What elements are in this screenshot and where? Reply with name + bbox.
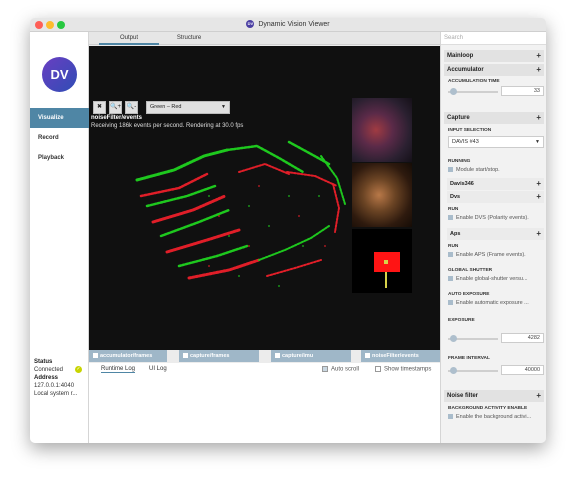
section-dvs[interactable]: Dvs + <box>447 191 544 203</box>
frame-interval-input[interactable]: 40000 <box>501 365 544 375</box>
auto-scroll-toggle[interactable]: Auto scroll <box>322 366 359 373</box>
checkbox-icon <box>275 353 280 359</box>
status-title: Status <box>34 359 53 365</box>
checkbox-icon <box>183 353 188 359</box>
app-window: DV Dynamic Vision Viewer DV Visualize Re… <box>30 18 546 443</box>
checkbox-icon <box>375 366 381 372</box>
sidebar: DV Visualize Record Playback Status Conn… <box>30 32 89 443</box>
plus-icon[interactable]: + <box>536 191 541 203</box>
global-shutter-checkbox[interactable]: Enable global-shutter versu... <box>448 276 544 282</box>
close-stream-button[interactable]: ✖ <box>93 101 106 114</box>
stream-button-accumulator[interactable]: accumulator/frames <box>89 350 167 362</box>
app-logo-icon: DV <box>246 20 255 28</box>
stream-button-noise-filter[interactable]: noiseFilter/events <box>361 350 440 362</box>
config-panel: Search Mainloop + Accumulator + ACCUMULATI… <box>440 32 546 443</box>
stream-info: Receiving 186k events per second. Render… <box>91 123 244 129</box>
tab-structure[interactable]: Structure <box>159 32 219 45</box>
tab-output[interactable]: Output <box>99 32 159 45</box>
thumbnail-accumulator-frames[interactable] <box>352 98 412 162</box>
checkbox-icon <box>448 414 453 420</box>
plus-icon[interactable]: + <box>536 50 541 62</box>
exposure-input[interactable]: 4282 <box>501 333 544 343</box>
checkbox-icon <box>448 167 453 173</box>
section-mainloop[interactable]: Mainloop + <box>444 50 544 62</box>
input-selection-label: INPUT SELECTION <box>448 128 492 133</box>
accumulation-time-input[interactable]: 33 <box>501 86 544 96</box>
imu-axis <box>385 272 387 288</box>
dvs-run-label: RUN <box>448 207 459 212</box>
search-input[interactable]: Search <box>441 32 546 45</box>
exposure-slider[interactable] <box>448 335 498 342</box>
slider-knob[interactable] <box>449 367 457 374</box>
exposure-label: EXPOSURE <box>448 318 475 323</box>
window-title: Dynamic Vision Viewer <box>258 20 330 28</box>
plus-icon[interactable]: + <box>536 112 541 124</box>
section-capture[interactable]: Capture + <box>444 112 544 124</box>
stream-button-capture-imu[interactable]: capture/imu <box>271 350 351 362</box>
input-selection-select[interactable]: DAVIS #43 ▼ <box>448 136 544 148</box>
frame-interval-slider[interactable] <box>448 367 498 374</box>
color-mode-value: Green – Red <box>150 104 182 110</box>
sidebar-item-playback[interactable]: Playback <box>30 148 89 168</box>
background-activity-checkbox[interactable]: Enable the background activi... <box>448 414 544 420</box>
address-value: 127.0.0.1:4040 <box>34 383 75 389</box>
running-checkbox[interactable]: Module start/stop. <box>448 167 544 173</box>
checkbox-icon <box>322 366 328 372</box>
thumbnail-capture-imu[interactable] <box>352 229 412 293</box>
status-panel: Status Connected Address 127.0.0.1:4040 … <box>34 358 88 398</box>
color-mode-select[interactable]: Green – Red ▼ <box>146 101 230 114</box>
tab-runtime-log[interactable]: Runtime Log <box>101 366 136 373</box>
zoom-in-button[interactable]: 🔍+ <box>109 101 122 114</box>
aps-run-checkbox[interactable]: Enable APS (Frame events). <box>448 252 544 258</box>
slider-knob[interactable] <box>449 88 457 95</box>
plus-icon[interactable]: + <box>536 390 541 402</box>
dvs-run-checkbox[interactable]: Enable DVS (Polarity events). <box>448 215 544 221</box>
running-label: RUNNING <box>448 159 471 164</box>
checkbox-icon <box>448 252 453 258</box>
slider-knob[interactable] <box>449 335 457 342</box>
aps-run-label: RUN <box>448 244 459 249</box>
section-noise-filter[interactable]: Noise filter + <box>444 390 544 402</box>
section-davis346[interactable]: Davis346 + <box>447 178 544 190</box>
title-bar: DV Dynamic Vision Viewer <box>30 18 546 32</box>
plus-icon[interactable]: + <box>536 228 541 240</box>
checkbox-icon <box>365 353 370 359</box>
checkbox-icon <box>448 300 453 306</box>
frame-interval-label: FRAME INTERVAL <box>448 356 490 361</box>
checkbox-icon <box>448 276 453 282</box>
thumbnail-capture-frames[interactable] <box>352 163 412 227</box>
stream-title: noiseFilter/events <box>91 115 143 121</box>
global-shutter-label: GLOBAL SHUTTER <box>448 268 493 273</box>
accumulation-time-label: ACCUMULATION TIME <box>448 79 500 84</box>
event-viewer[interactable]: ✖ 🔍+ 🔍- Green – Red ▼ noiseFilter/events… <box>89 46 440 350</box>
auto-exposure-checkbox[interactable]: Enable automatic exposure ... <box>448 300 544 306</box>
address-label: Address <box>34 375 59 381</box>
plus-icon[interactable]: + <box>536 178 541 190</box>
connected-check-icon: ✓ <box>75 366 82 373</box>
stream-bar: accumulator/frames capture/frames captur… <box>89 350 440 363</box>
sidebar-item-visualize[interactable]: Visualize <box>30 108 89 128</box>
sidebar-item-record[interactable]: Record <box>30 128 89 148</box>
log-panel: Runtime Log UI Log Auto scroll Show time… <box>89 363 440 443</box>
checkbox-icon <box>448 215 453 221</box>
section-accumulator[interactable]: Accumulator + <box>444 64 544 76</box>
plus-icon[interactable]: + <box>536 64 541 76</box>
chevron-down-icon: ▼ <box>221 104 226 110</box>
stream-button-capture-frames[interactable]: capture/frames <box>179 350 259 362</box>
tab-ui-log[interactable]: UI Log <box>149 366 167 372</box>
checkbox-icon <box>93 353 98 359</box>
output-tabs: Output Structure <box>89 32 440 45</box>
zoom-out-button[interactable]: 🔍- <box>125 101 138 114</box>
chevron-down-icon: ▼ <box>535 139 540 145</box>
section-aps[interactable]: Aps + <box>447 228 544 240</box>
imu-center <box>384 260 388 264</box>
background-activity-label: BACKGROUND ACTIVITY ENABLE <box>448 406 528 411</box>
accumulation-time-slider[interactable] <box>448 88 498 95</box>
auto-exposure-label: AUTO EXPOSURE <box>448 292 490 297</box>
system-value: Local system r... <box>34 391 78 397</box>
show-timestamps-toggle[interactable]: Show timestamps <box>375 366 431 373</box>
dv-logo: DV <box>42 57 77 92</box>
